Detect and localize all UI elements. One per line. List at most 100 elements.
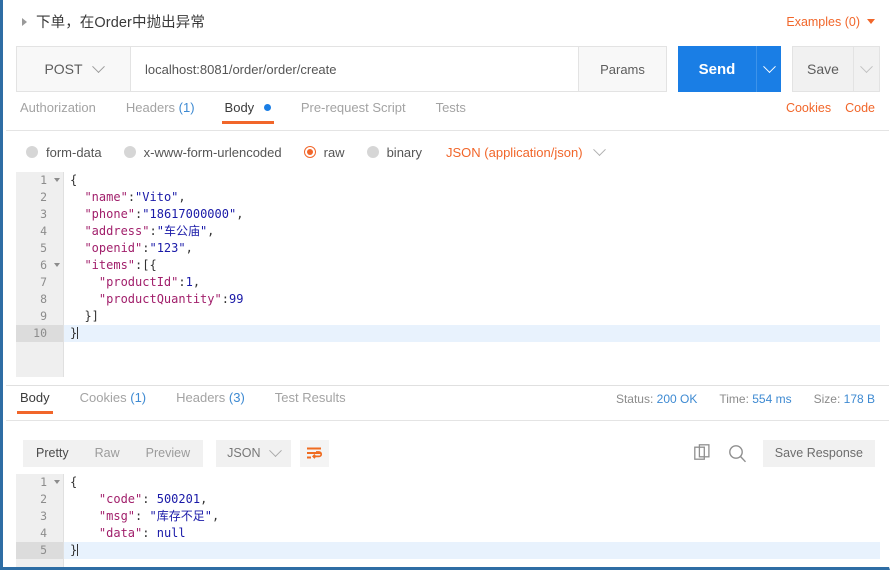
response-tab-cookies[interactable]: Cookies (1)	[80, 390, 146, 413]
tab-label: Test Results	[274, 390, 346, 405]
code-line: "address":"车公庙",	[84, 224, 215, 238]
request-body-editor[interactable]: 1 2 3 4 5 6 7 8 9 10 { "name":"Vito", "phone":"18…	[16, 172, 880, 377]
page-title: 下单，在Order中抛出异常	[36, 15, 205, 31]
response-tab-headers[interactable]: Headers (3)	[176, 390, 245, 413]
panel-divider[interactable]	[6, 385, 889, 386]
option-label: form-data	[46, 144, 102, 160]
line-number: 5	[16, 542, 63, 559]
body-type-form-data[interactable]: form-data	[26, 145, 102, 160]
word-wrap-button[interactable]	[300, 439, 330, 467]
editor-line-numbers: 12 3 4 5	[16, 474, 64, 567]
chevron-down-icon	[592, 142, 606, 156]
fold-triangle-icon[interactable]	[54, 480, 60, 484]
time-value: 554 ms	[752, 392, 792, 406]
option-label: x-www-form-urlencoded	[143, 144, 282, 160]
response-meta: Status: 200 OK Time: 554 ms Size: 178 B	[616, 390, 875, 406]
tab-label: Body	[224, 100, 255, 115]
editor-code-area[interactable]: { "name":"Vito", "phone":"18617000000", …	[64, 172, 880, 377]
url-input[interactable]: localhost:8081/order/order/create	[131, 46, 579, 92]
tab-count: (1)	[178, 100, 195, 115]
option-label: binary	[386, 144, 422, 160]
code-line: {	[70, 173, 78, 187]
content-type-label: JSON (application/json)	[446, 144, 583, 160]
line-number-empty	[16, 359, 63, 376]
editor-code-area[interactable]: { "code": 500201, "msg": "库存不足", "data":…	[64, 474, 880, 567]
search-button[interactable]	[728, 442, 748, 464]
body-type-raw[interactable]: raw	[303, 144, 345, 160]
code-line: "productQuantity":99	[98, 292, 244, 306]
request-title-bar: 下单，在Order中抛出异常 Examples (0)	[6, 0, 889, 43]
radio-selected-icon	[303, 146, 316, 158]
response-tab-body[interactable]: Body	[17, 390, 53, 414]
view-mode-pretty[interactable]: Pretty	[23, 440, 82, 467]
http-method-select[interactable]: POST	[16, 46, 131, 92]
save-options-button[interactable]	[854, 46, 880, 92]
time-label: Time:	[719, 392, 749, 406]
tab-label: Cookies	[79, 390, 127, 405]
line-number-empty	[16, 342, 63, 359]
status-badge: Status: 200 OK	[616, 392, 697, 406]
tab-pre-request-script[interactable]: Pre-request Script	[301, 100, 406, 123]
send-button[interactable]: Send	[678, 46, 756, 92]
size-badge: Size: 178 B	[814, 392, 875, 406]
collapse-triangle-icon[interactable]	[22, 17, 27, 26]
tab-headers[interactable]: Headers (1)	[126, 100, 195, 123]
body-type-options: form-data x-www-form-urlencoded raw bina…	[6, 136, 606, 168]
body-type-urlencoded[interactable]: x-www-form-urlencoded	[123, 144, 282, 160]
fold-triangle-icon[interactable]	[54, 263, 60, 267]
fold-triangle-icon[interactable]	[54, 178, 60, 182]
save-response-button[interactable]: Save Response	[762, 439, 875, 467]
line-number: 10	[16, 325, 63, 342]
code-line: "data": null	[98, 526, 186, 540]
save-button[interactable]: Save	[792, 46, 854, 92]
code-line: }	[64, 542, 880, 559]
status-value: 200 OK	[656, 392, 698, 406]
params-button[interactable]: Params	[579, 46, 667, 92]
body-type-binary[interactable]: binary	[366, 144, 422, 160]
text-cursor	[77, 544, 79, 556]
cookies-link[interactable]: Cookies	[786, 101, 831, 115]
send-options-button[interactable]	[756, 46, 781, 92]
response-toolbar-actions: Save Response	[693, 439, 875, 467]
status-label: Status:	[615, 392, 654, 406]
search-icon	[729, 444, 747, 462]
code-link[interactable]: Code	[845, 101, 875, 115]
radio-icon	[26, 146, 38, 158]
line-number: 1	[16, 172, 63, 189]
request-tabs: Authorization Headers (1) Body Pre-reque…	[6, 100, 889, 131]
save-button-group: Save	[792, 46, 880, 92]
code-line: "name":"Vito",	[84, 190, 186, 204]
view-mode-raw[interactable]: Raw	[82, 440, 133, 467]
line-number: 4	[40, 224, 47, 238]
line-number: 5	[40, 241, 47, 255]
chevron-down-icon	[867, 19, 875, 24]
response-format-select[interactable]: JSON	[216, 439, 292, 467]
tab-label: Pre-request Script	[300, 100, 406, 115]
code-line: "msg": "库存不足",	[98, 509, 220, 523]
copy-button[interactable]	[693, 442, 713, 464]
tab-tests[interactable]: Tests	[436, 100, 466, 123]
tab-authorization[interactable]: Authorization	[20, 100, 96, 123]
chevron-down-icon	[269, 443, 283, 457]
time-badge: Time: 554 ms	[719, 392, 791, 406]
line-number: 7	[40, 275, 47, 289]
tab-label: Authorization	[20, 100, 96, 115]
editor-line-numbers: 1 2 3 4 5 6 7 8 9 10	[16, 172, 64, 377]
tab-label: Headers	[176, 390, 226, 405]
response-body-editor[interactable]: 12 3 4 5 { "code": 500201, "msg": "库存不足", "…	[16, 474, 880, 567]
examples-label: Examples (0)	[786, 14, 860, 29]
line-number: 6	[16, 257, 63, 274]
radio-icon	[366, 146, 379, 158]
size-label: Size:	[813, 392, 841, 406]
tab-body[interactable]: Body	[221, 100, 275, 124]
line-number: 8	[40, 292, 47, 306]
code-line: "productId":1,	[98, 275, 201, 289]
tab-label: Headers	[125, 100, 176, 115]
view-mode-preview[interactable]: Preview	[133, 440, 203, 467]
text-cursor	[77, 327, 79, 339]
line-number-empty	[16, 559, 63, 567]
response-tab-test-results[interactable]: Test Results	[275, 390, 346, 413]
option-label: raw	[323, 144, 345, 160]
content-type-select[interactable]: JSON (application/json)	[446, 142, 606, 160]
examples-dropdown[interactable]: Examples (0)	[786, 15, 875, 29]
